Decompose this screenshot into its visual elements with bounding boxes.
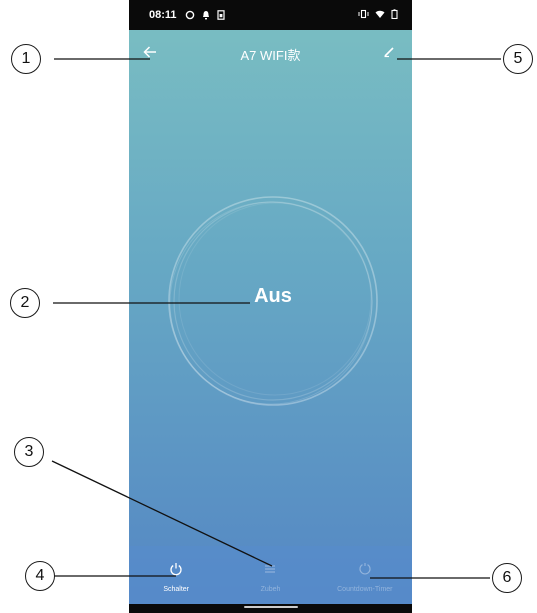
battery-icon — [391, 8, 398, 22]
power-dial[interactable]: Aus — [165, 193, 381, 409]
sim-card-icon — [216, 10, 225, 20]
callout-marker-6: 6 — [492, 563, 522, 593]
status-right-group — [358, 8, 398, 22]
timer-icon — [358, 562, 372, 581]
callout-marker-1: 1 — [11, 44, 41, 74]
callout-marker-4: 4 — [25, 561, 55, 591]
tab-schalter[interactable]: Schalter — [129, 546, 223, 604]
edit-button[interactable] — [376, 42, 402, 66]
tab-label: Countdown-Timer — [337, 586, 393, 593]
status-time: 08:11 — [149, 9, 177, 21]
callout-marker-3: 3 — [14, 437, 44, 467]
power-state-label: Aus — [254, 285, 292, 307]
wifi-icon — [375, 9, 385, 22]
menu-lines-icon — [263, 562, 277, 581]
tab-label: Zubeh — [260, 586, 281, 593]
callout-marker-5: 5 — [503, 44, 533, 74]
phone-screen: 08:11 A7 WIFI款 Aus Schalter Zubeh Countd… — [129, 0, 412, 613]
pencil-icon — [383, 45, 395, 63]
device-title: A7 WIFI款 — [240, 48, 301, 63]
tab-zubeh[interactable]: Zubeh — [223, 546, 317, 604]
vibrate-icon — [358, 9, 369, 22]
power-icon — [169, 562, 183, 581]
callout-marker-2: 2 — [10, 288, 40, 318]
home-handle[interactable] — [244, 606, 298, 608]
page: 08:11 A7 WIFI款 Aus Schalter Zubeh Countd… — [0, 0, 537, 613]
notification-bell-icon — [202, 10, 210, 20]
tab-countdown-timer[interactable]: Countdown-Timer — [318, 546, 412, 604]
sync-icon — [185, 10, 195, 20]
status-bar: 08:11 — [129, 0, 412, 30]
bottom-tab-bar: Schalter Zubeh Countdown-Timer — [129, 546, 412, 604]
tab-label: Schalter — [163, 586, 189, 593]
system-nav-bar — [129, 604, 412, 613]
app-bar: A7 WIFI款 — [129, 38, 412, 70]
